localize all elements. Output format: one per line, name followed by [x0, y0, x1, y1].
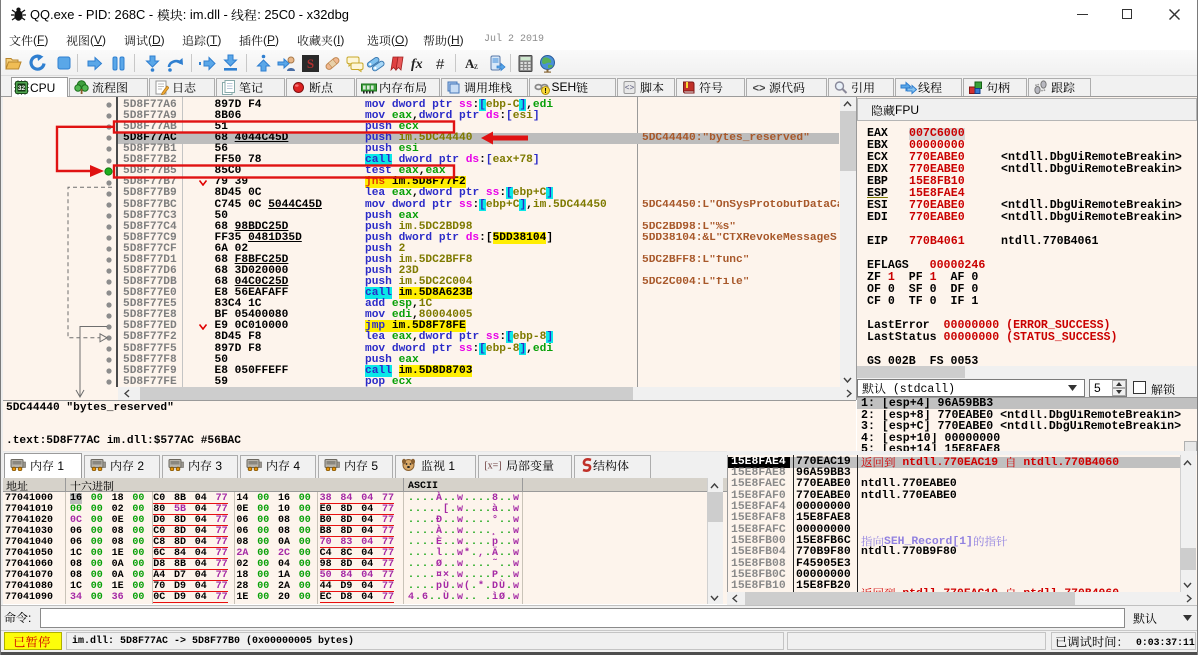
- svg-text:fx: fx: [411, 57, 423, 72]
- svg-text:<>: <>: [753, 82, 766, 94]
- svg-text:!: !: [544, 88, 546, 95]
- svg-text:<>: <>: [625, 84, 635, 93]
- svg-text:z: z: [474, 61, 478, 71]
- svg-text:32: 32: [18, 85, 26, 92]
- svg-text:S: S: [307, 56, 314, 71]
- svg-text:#: #: [436, 56, 445, 73]
- svg-text:[x=]: [x=]: [484, 461, 501, 472]
